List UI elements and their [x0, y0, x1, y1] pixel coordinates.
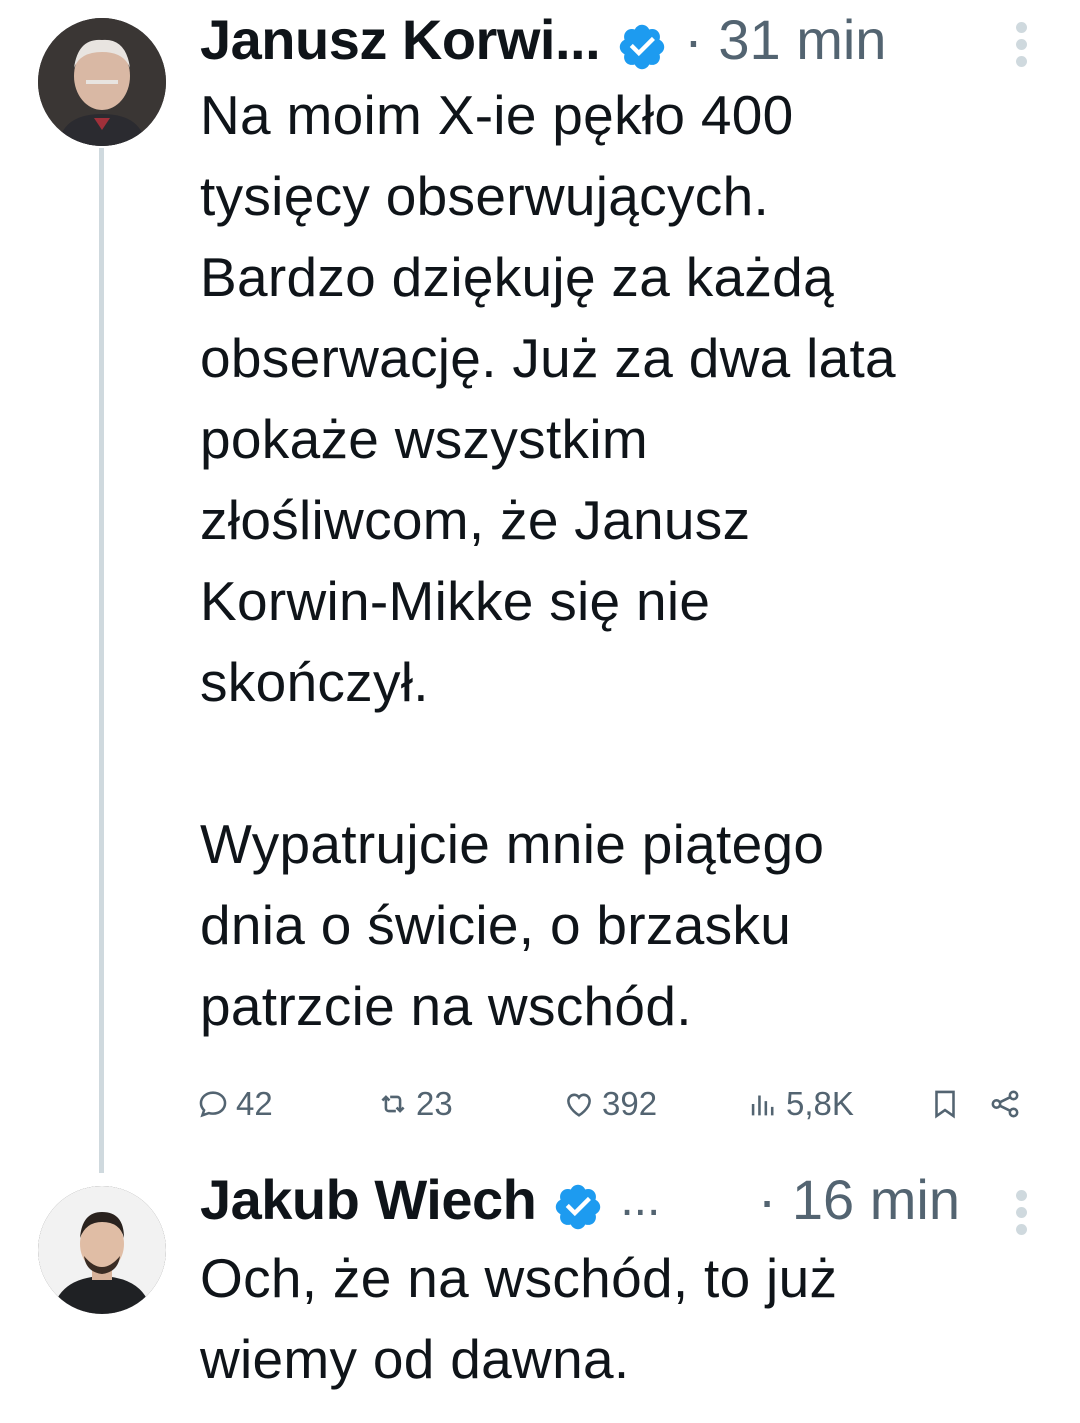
- like-button[interactable]: 392: [562, 1082, 657, 1126]
- share-button[interactable]: [988, 1082, 1028, 1126]
- tweet-text: Na moim X-ie pękło 400 tysięcy obserwują…: [200, 84, 896, 1037]
- bookmark-button[interactable]: [928, 1082, 968, 1126]
- share-icon: [991, 1090, 1019, 1118]
- repost-count: 23: [416, 1085, 453, 1122]
- verified-badge-icon: [552, 1174, 604, 1230]
- views-count: 5,8K: [786, 1085, 854, 1122]
- reply-count: 42: [236, 1085, 273, 1122]
- tweet-wiech[interactable]: Jakub Wiech ... · 16 min Och, że na wsch…: [0, 1160, 1080, 1423]
- tweet-header: Jakub Wiech ... · 16 min: [200, 1160, 1020, 1240]
- reply-button[interactable]: 42: [196, 1082, 273, 1126]
- tweet-timestamp[interactable]: · 16 min: [758, 1160, 960, 1240]
- bookmark-icon: [935, 1090, 955, 1119]
- author-name[interactable]: Jakub Wiech: [200, 1160, 537, 1240]
- more-icon[interactable]: [1012, 1190, 1030, 1240]
- avatar[interactable]: [38, 18, 166, 146]
- tweet-text: Och, że na wschód, to już wiemy od dawna…: [200, 1247, 838, 1390]
- reply-icon: [199, 1091, 227, 1118]
- repost-icon: [381, 1095, 405, 1113]
- views-icon: [751, 1095, 774, 1116]
- more-icon[interactable]: [1012, 22, 1030, 72]
- like-count: 392: [602, 1085, 658, 1122]
- like-icon: [567, 1093, 591, 1117]
- repost-button[interactable]: 23: [376, 1082, 453, 1126]
- author-name[interactable]: Janusz Korwi...: [200, 0, 601, 80]
- tweet-timestamp[interactable]: · 31 min: [684, 0, 886, 80]
- verified-badge-icon: [616, 14, 668, 70]
- handle-ellipsis: ...: [620, 1173, 661, 1226]
- tweet-actions: 42 23 392 5,8K: [196, 1082, 1036, 1126]
- avatar[interactable]: [38, 1186, 166, 1314]
- tweet-korwin[interactable]: Janusz Korwi... · 31 min Na moim X-ie pę…: [0, 0, 1080, 1150]
- views-button[interactable]: 5,8K: [746, 1082, 854, 1126]
- tweet-header: Janusz Korwi... · 31 min: [200, 0, 1020, 80]
